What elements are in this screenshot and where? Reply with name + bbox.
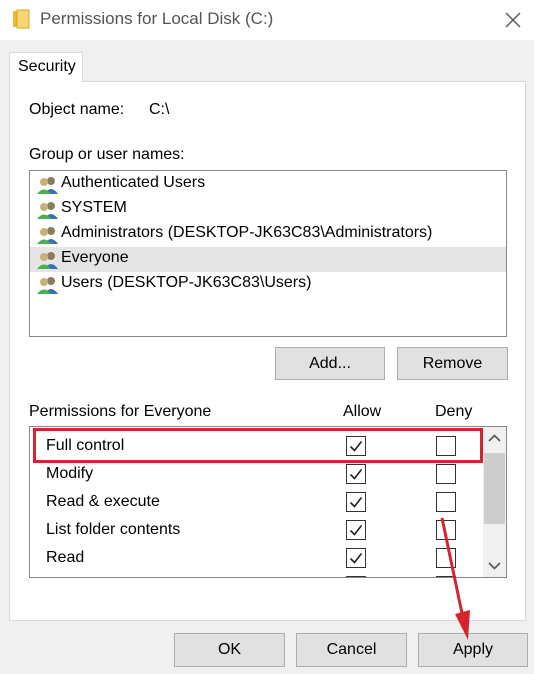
list-item-label: SYSTEM <box>61 199 127 216</box>
permission-name: Modify <box>46 465 94 482</box>
checkmark-icon <box>349 469 363 480</box>
permission-name: Read & execute <box>46 493 160 510</box>
permissions-label: Permissions for Everyone <box>29 403 212 420</box>
deny-checkbox-full-control[interactable] <box>436 436 456 456</box>
allow-checkbox-read[interactable] <box>346 548 366 568</box>
allow-header: Allow <box>343 403 382 420</box>
folder-icon <box>13 9 30 29</box>
allow-checkbox-modify[interactable] <box>346 464 366 484</box>
close-icon <box>505 12 521 28</box>
permission-row-full-control: Full control <box>30 432 482 460</box>
users-icon <box>37 252 58 269</box>
users-icon <box>37 227 58 244</box>
scroll-down-button[interactable] <box>483 553 506 577</box>
close-button[interactable] <box>496 5 530 35</box>
allow-checkbox-full-control[interactable] <box>346 436 366 456</box>
list-item-label: Everyone <box>61 249 129 266</box>
list-item-everyone[interactable]: Everyone <box>30 247 506 272</box>
group-names-label: Group or user names: <box>29 146 185 163</box>
permission-name: Full control <box>46 437 125 454</box>
ok-button[interactable]: OK <box>174 633 285 667</box>
checkmark-icon <box>349 553 363 564</box>
list-item-users[interactable]: Users (DESKTOP-JK63C83\Users) <box>30 272 506 297</box>
permission-row-modify: Modify <box>30 460 482 488</box>
list-item-system[interactable]: SYSTEM <box>30 197 506 222</box>
permission-name: List folder contents <box>46 521 181 538</box>
users-icon <box>37 202 58 219</box>
scroll-thumb[interactable] <box>484 453 505 524</box>
window-title: Permissions for Local Disk (C:) <box>40 9 274 28</box>
list-item-label: Users (DESKTOP-JK63C83\Users) <box>61 274 312 291</box>
deny-checkbox-partial[interactable] <box>436 576 456 577</box>
checkmark-icon <box>349 441 363 452</box>
deny-checkbox-list-folder-contents[interactable] <box>436 520 456 540</box>
list-item-label: Authenticated Users <box>61 174 206 191</box>
chevron-down-icon <box>488 562 501 570</box>
checkmark-icon <box>349 497 363 508</box>
checkmark-icon <box>349 525 363 536</box>
deny-checkbox-read-execute[interactable] <box>436 492 456 512</box>
allow-checkbox-partial[interactable] <box>346 576 366 577</box>
users-icon <box>37 277 58 294</box>
cancel-button[interactable]: Cancel <box>296 633 407 667</box>
deny-header: Deny <box>435 403 473 420</box>
allow-checkbox-list-folder-contents[interactable] <box>346 520 366 540</box>
permission-name: Read <box>46 549 85 566</box>
deny-checkbox-modify[interactable] <box>436 464 456 484</box>
add-button[interactable]: Add... <box>275 347 385 380</box>
users-icon <box>37 177 58 194</box>
permission-row-read-execute: Read & execute <box>30 488 482 516</box>
object-name-label: Object name: <box>29 101 125 118</box>
permissions-scrollbar[interactable] <box>483 427 506 577</box>
permission-row-list-folder-contents: List folder contents <box>30 516 482 544</box>
list-item-administrators[interactable]: Administrators (DESKTOP-JK63C83\Administ… <box>30 222 506 247</box>
apply-button[interactable]: Apply <box>418 633 528 667</box>
title-bar: Permissions for Local Disk (C:) <box>0 0 534 40</box>
allow-checkbox-read-execute[interactable] <box>346 492 366 512</box>
deny-checkbox-read[interactable] <box>436 548 456 568</box>
permission-row-partial <box>30 572 482 577</box>
list-item-label: Administrators (DESKTOP-JK63C83\Administ… <box>61 224 433 241</box>
permissions-list[interactable]: Full control Modify Read & execute List … <box>29 426 507 578</box>
group-user-list[interactable]: Authenticated Users SYSTEM Administrator… <box>29 170 507 337</box>
remove-button[interactable]: Remove <box>397 347 508 380</box>
permission-row-read: Read <box>30 544 482 572</box>
scroll-up-button[interactable] <box>483 427 506 451</box>
list-item-authenticated-users[interactable]: Authenticated Users <box>30 172 506 197</box>
object-name-value: C:\ <box>149 101 170 118</box>
tab-security[interactable]: Security <box>9 52 83 82</box>
chevron-up-icon <box>488 434 501 442</box>
